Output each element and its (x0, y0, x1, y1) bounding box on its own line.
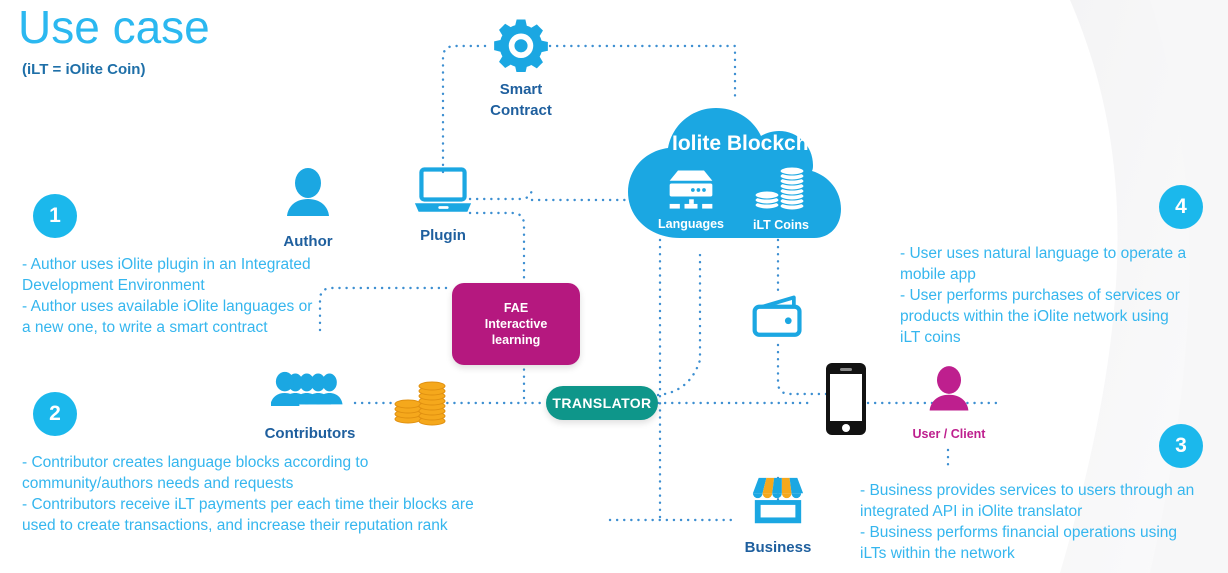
person-icon (929, 366, 969, 411)
cloud-item-ilt-coins[interactable]: iLT Coins (744, 163, 818, 232)
node-user-client[interactable]: User / Client (912, 366, 986, 441)
translator-label: TRANSLATOR (552, 395, 652, 411)
node-smart-contract-label-line1: Smart (499, 81, 543, 98)
step-badge-1: 1 (33, 194, 77, 238)
node-user-client-label: User / Client (912, 427, 986, 441)
fae-line-2: Interactive (484, 317, 548, 331)
fae-interactive-learning-box[interactable]: FAE Interactive learning (452, 283, 580, 365)
step-2-line-4: used to create transactions, and increas… (22, 517, 448, 534)
fae-line-3: learning (491, 333, 541, 347)
step-1-description: - Author uses iOlite plugin in an Integr… (22, 254, 362, 338)
step-1-line-4: a new one, to write a smart contract (22, 319, 268, 336)
step-badge-3: 3 (1159, 424, 1203, 468)
wallet-icon (752, 295, 802, 337)
step-4-line-2: mobile app (900, 266, 976, 283)
smartphone-icon (826, 363, 866, 435)
node-plugin-label: Plugin (420, 227, 466, 244)
node-contributors-label: Contributors (264, 425, 356, 442)
node-smartphone[interactable] (824, 362, 868, 441)
translator-node[interactable]: TRANSLATOR (546, 386, 658, 420)
node-plugin[interactable]: Plugin (406, 166, 480, 244)
coin-stack-icon (754, 166, 805, 211)
step-1-line-3: - Author uses available iOlite languages… (22, 298, 313, 315)
step-2-line-1: - Contributor creates language blocks ac… (22, 454, 369, 471)
step-3-line-3: - Business performs financial operations… (860, 524, 1178, 541)
step-4-line-4: products within the iOlite network using (900, 308, 1169, 325)
step-3-line-4: iLTs within the network (860, 545, 1015, 562)
step-3-line-1: - Business provides services to users th… (860, 482, 1195, 499)
step-1-line-2: Development Environment (22, 277, 205, 294)
use-case-diagram: Use case (iLT = iOlite Coin) 1 2 3 4 - A… (0, 0, 1228, 573)
step-2-line-2: community/authors needs and requests (22, 475, 294, 492)
step-4-line-1: - User uses natural language to operate … (900, 245, 1187, 262)
step-1-line-1: - Author uses iOlite plugin in an Integr… (22, 256, 311, 273)
step-3-description: - Business provides services to users th… (860, 480, 1220, 564)
person-icon (287, 168, 329, 216)
step-4-line-3: - User performs purchases of services or (900, 287, 1180, 304)
step-4-description: - User uses natural language to operate … (900, 243, 1220, 348)
step-2-description: - Contributor creates language blocks ac… (22, 452, 552, 536)
node-smart-contract-label-line2: Contract (490, 102, 552, 119)
node-author-label: Author (283, 233, 333, 250)
cloud-item-languages[interactable]: Languages (652, 168, 730, 231)
step-3-line-2: integrated API in iOlite translator (860, 503, 1083, 520)
node-business-label: Business (744, 539, 812, 556)
laptop-icon (414, 167, 472, 212)
node-coins (392, 375, 450, 432)
fae-line-1: FAE (503, 301, 529, 315)
cloud-title: Iolite Blockchain (672, 132, 839, 155)
step-badge-2: 2 (33, 392, 77, 436)
step-2-line-3: - Contributors receive iLT payments per … (22, 496, 474, 513)
node-wallet[interactable] (750, 292, 806, 347)
node-author[interactable]: Author (272, 168, 344, 250)
server-database-icon (669, 170, 713, 209)
people-group-icon (270, 371, 343, 406)
gear-icon (494, 19, 548, 73)
storefront-icon (752, 477, 804, 524)
node-smart-contract[interactable]: Smart Contract (480, 16, 562, 119)
node-business[interactable]: Business (742, 474, 814, 556)
step-badge-4: 4 (1159, 185, 1203, 229)
cloud-item-ilt-coins-label: iLT Coins (752, 218, 809, 232)
cloud-item-languages-label: Languages (658, 217, 724, 231)
step-4-line-5: iLT coins (900, 329, 961, 346)
coin-stack-icon (394, 381, 446, 426)
node-contributors[interactable]: Contributors (258, 370, 362, 442)
